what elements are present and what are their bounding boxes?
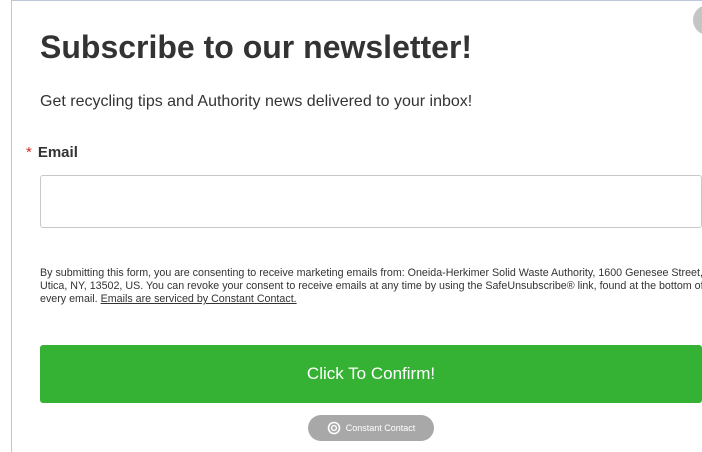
consent-text: By submitting this form, you are consent… (40, 267, 702, 306)
close-button[interactable] (693, 5, 702, 35)
modal-title: Subscribe to our newsletter! (40, 29, 473, 65)
constant-contact-badge-label: Constant Contact (345, 423, 416, 433)
email-label: * Email (26, 144, 78, 161)
constant-contact-logo-icon (327, 421, 341, 435)
email-label-text: Email (37, 144, 78, 161)
modal-subtitle: Get recycling tips and Authority news de… (40, 93, 473, 110)
email-field[interactable] (40, 175, 702, 228)
constant-contact-link[interactable]: Emails are serviced by Constant Contact. (101, 293, 297, 305)
constant-contact-badge[interactable]: Constant Contact (308, 415, 434, 441)
confirm-button[interactable]: Click To Confirm! (40, 345, 702, 403)
required-marker: * (26, 144, 32, 161)
newsletter-modal: Subscribe to our newsletter! Get recycli… (11, 0, 702, 452)
